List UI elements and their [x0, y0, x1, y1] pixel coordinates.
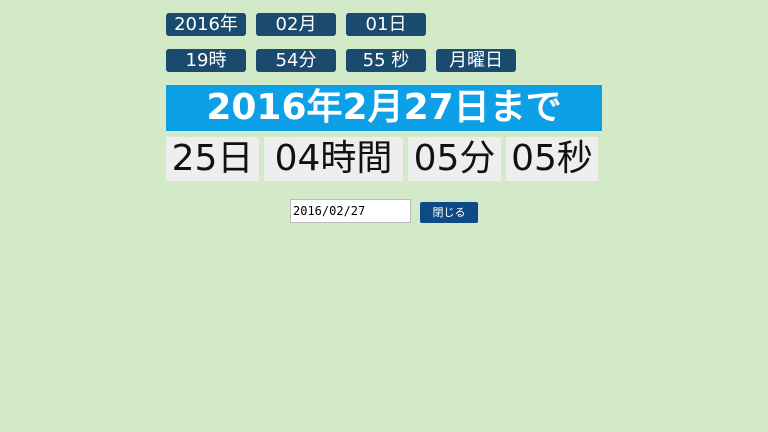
- countdown-hours: 04時間: [264, 137, 403, 181]
- current-minute: 54分: [256, 49, 336, 72]
- current-weekday: 月曜日: [436, 49, 516, 72]
- countdown-days: 25日: [166, 137, 259, 181]
- current-hour: 19時: [166, 49, 246, 72]
- current-month: 02月: [256, 13, 336, 36]
- countdown-seconds: 05秒: [506, 137, 598, 181]
- current-date-row: 2016年 02月 01日: [166, 13, 436, 36]
- countdown-minutes: 05分: [408, 137, 501, 181]
- current-second: 55 秒: [346, 49, 426, 72]
- countdown-row: 25日 04時間 05分 05秒: [166, 137, 598, 181]
- target-date-banner: 2016年2月27日まで: [166, 85, 602, 131]
- current-year: 2016年: [166, 13, 246, 36]
- current-day: 01日: [346, 13, 426, 36]
- close-button[interactable]: 閉じる: [420, 202, 478, 223]
- current-time-row: 19時 54分 55 秒 月曜日: [166, 49, 516, 72]
- target-date-input[interactable]: [290, 199, 411, 223]
